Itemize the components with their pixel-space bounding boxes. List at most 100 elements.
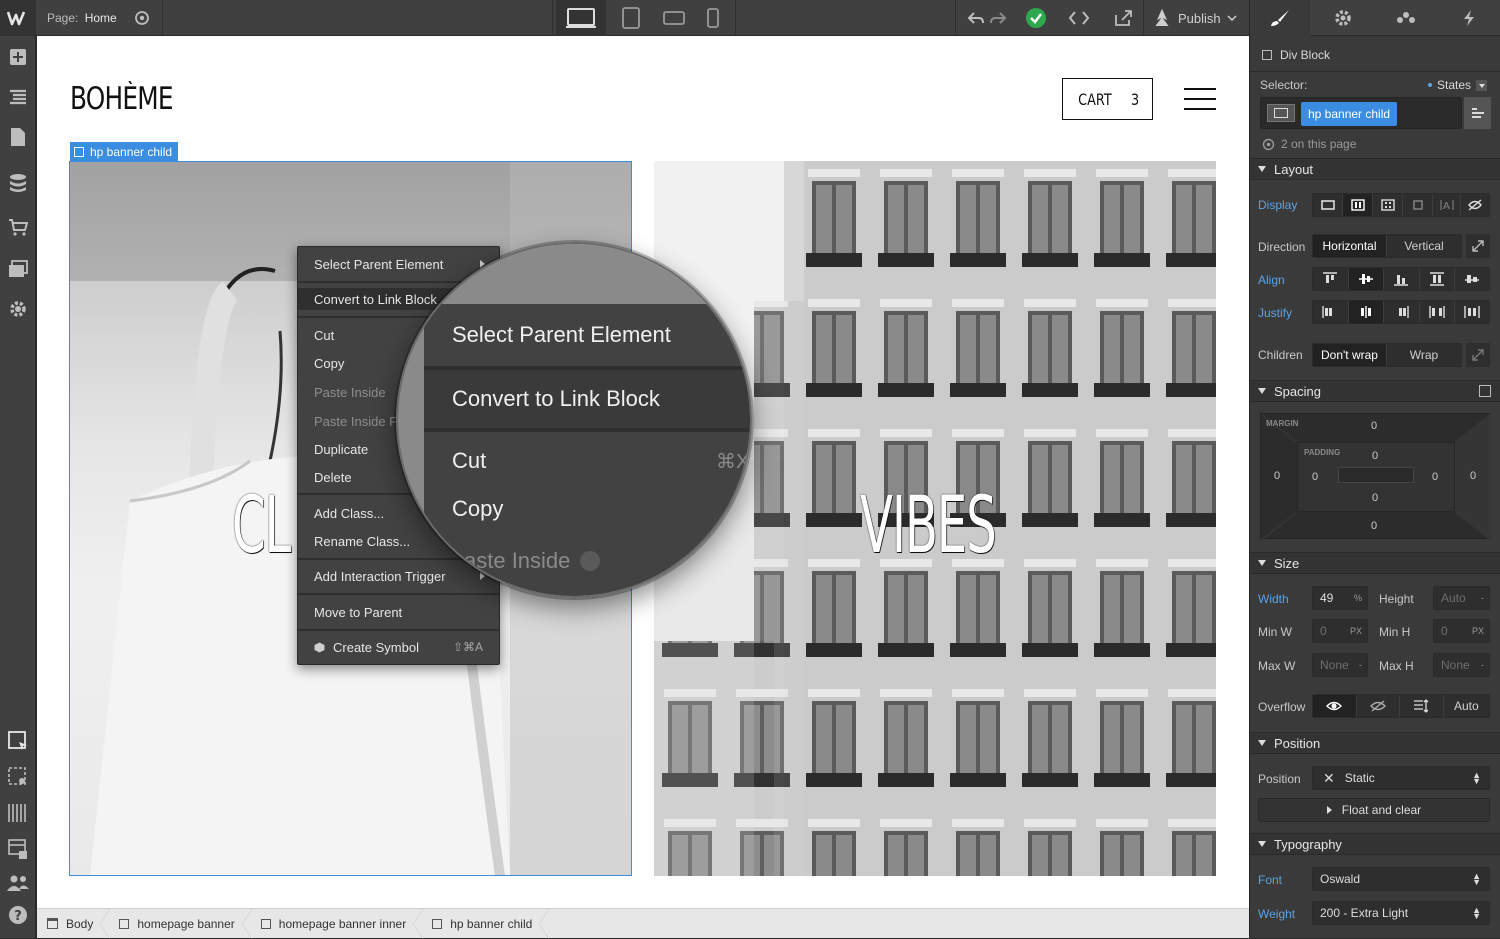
spacing-expand-icon[interactable] bbox=[1479, 385, 1491, 397]
direction-horizontal-button[interactable]: Horizontal bbox=[1313, 235, 1387, 257]
mobile-landscape-view-icon[interactable] bbox=[655, 0, 693, 36]
preview-selection-icon[interactable] bbox=[6, 765, 30, 789]
min-width-unit[interactable]: PX bbox=[1350, 626, 1362, 636]
webflow-logo-icon[interactable] bbox=[0, 0, 36, 36]
margin-right-value[interactable]: 0 bbox=[1470, 470, 1476, 482]
max-height-unit[interactable]: - bbox=[1481, 660, 1484, 670]
settings-gear-icon[interactable] bbox=[6, 297, 30, 321]
selector-field[interactable]: hp banner child bbox=[1260, 97, 1462, 129]
overflow-auto-button[interactable]: Auto bbox=[1444, 695, 1489, 717]
site-logo[interactable]: BOHÈME bbox=[70, 81, 173, 117]
justify-space-between-icon[interactable] bbox=[1420, 301, 1456, 323]
states-dropdown[interactable]: States bbox=[1428, 78, 1488, 92]
page-selector[interactable]: Page: Home bbox=[47, 11, 117, 25]
max-height-input[interactable]: None - bbox=[1433, 653, 1490, 677]
users-icon[interactable] bbox=[6, 871, 30, 895]
select-cursor-icon[interactable] bbox=[6, 729, 30, 753]
direction-vertical-button[interactable]: Vertical bbox=[1387, 235, 1461, 257]
tablet-view-icon[interactable] bbox=[612, 0, 650, 36]
publish-button[interactable]: Publish bbox=[1152, 0, 1237, 36]
padding-top-value[interactable]: 0 bbox=[1372, 450, 1378, 462]
max-width-unit[interactable]: - bbox=[1359, 660, 1362, 670]
element-settings-gear-icon[interactable] bbox=[1313, 0, 1373, 36]
selection-tag[interactable]: hp banner child bbox=[70, 142, 179, 161]
align-start-icon[interactable] bbox=[1313, 268, 1349, 290]
overflow-visible-eye-icon[interactable] bbox=[1313, 695, 1357, 717]
height-input[interactable]: Auto - bbox=[1433, 586, 1490, 610]
align-baseline-icon[interactable] bbox=[1455, 268, 1489, 290]
add-element-icon[interactable] bbox=[6, 45, 30, 69]
hamburger-menu-icon[interactable] bbox=[1184, 88, 1216, 112]
min-width-input[interactable]: 0 PX bbox=[1312, 619, 1368, 643]
interactions-bolt-icon[interactable] bbox=[1439, 0, 1499, 36]
style-manager-drops-icon[interactable] bbox=[1376, 0, 1436, 36]
breadcrumb-hp-banner-child[interactable]: hp banner child bbox=[418, 908, 550, 939]
navigator-icon[interactable] bbox=[6, 85, 30, 109]
display-grid-icon[interactable] bbox=[1373, 194, 1403, 216]
spacing-section-header[interactable]: Spacing bbox=[1250, 380, 1500, 402]
desktop-view-icon[interactable] bbox=[556, 0, 606, 36]
cms-database-icon[interactable] bbox=[6, 171, 30, 195]
style-manager-icon[interactable] bbox=[6, 837, 30, 861]
margin-left-value[interactable]: 0 bbox=[1274, 470, 1280, 482]
layout-section-header[interactable]: Layout bbox=[1250, 158, 1500, 180]
redo-icon[interactable] bbox=[986, 6, 1010, 30]
typography-section-header[interactable]: Typography bbox=[1250, 833, 1500, 855]
width-unit[interactable]: % bbox=[1354, 593, 1362, 603]
breadcrumb-homepage-banner-inner[interactable]: homepage banner inner bbox=[247, 908, 424, 939]
float-and-clear-toggle[interactable]: Float and clear bbox=[1258, 798, 1490, 822]
justify-end-icon[interactable] bbox=[1384, 301, 1420, 323]
margin-bottom-value[interactable]: 0 bbox=[1371, 520, 1377, 532]
position-select[interactable]: ✕ Static ▲ ▼ bbox=[1312, 766, 1490, 790]
justify-center-icon[interactable] bbox=[1348, 301, 1385, 323]
size-section-header[interactable]: Size bbox=[1250, 552, 1500, 574]
weight-select[interactable]: 200 - Extra Light ▲ ▼ bbox=[1312, 901, 1490, 925]
pages-icon[interactable] bbox=[6, 125, 30, 149]
display-flex-icon[interactable] bbox=[1343, 194, 1373, 216]
justify-space-around-icon[interactable] bbox=[1455, 301, 1489, 323]
padding-left-value[interactable]: 0 bbox=[1312, 471, 1318, 483]
display-inline-block-icon[interactable] bbox=[1403, 194, 1433, 216]
preview-eye-icon[interactable] bbox=[128, 6, 156, 30]
breadcrumb-homepage-banner[interactable]: homepage banner bbox=[105, 908, 253, 939]
cart-button[interactable]: CART 3 bbox=[1062, 78, 1153, 120]
breadcrumb-body[interactable]: Body bbox=[37, 908, 111, 939]
max-width-input[interactable]: None - bbox=[1312, 653, 1368, 677]
published-status-check-icon[interactable] bbox=[1024, 6, 1048, 30]
menu-item-create-symbol[interactable]: Create Symbol ⇧⌘A bbox=[298, 636, 499, 658]
align-stretch-icon[interactable] bbox=[1420, 268, 1456, 290]
display-block-icon[interactable] bbox=[1313, 194, 1343, 216]
height-unit[interactable]: - bbox=[1481, 593, 1484, 603]
position-section-header[interactable]: Position bbox=[1250, 732, 1500, 754]
wrap-button[interactable]: Wrap bbox=[1387, 344, 1461, 366]
padding-right-value[interactable]: 0 bbox=[1432, 471, 1438, 483]
selector-menu-icon[interactable] bbox=[1464, 97, 1491, 129]
reverse-direction-icon[interactable] bbox=[1466, 234, 1490, 258]
align-end-icon[interactable] bbox=[1384, 268, 1420, 290]
reverse-wrap-icon[interactable] bbox=[1466, 343, 1490, 367]
font-select[interactable]: Oswald ▲ ▼ bbox=[1312, 867, 1490, 891]
style-brush-icon[interactable] bbox=[1250, 0, 1310, 36]
mobile-portrait-view-icon[interactable] bbox=[697, 0, 729, 36]
selector-class-pill[interactable]: hp banner child bbox=[1301, 102, 1398, 126]
min-height-input[interactable]: 0 PX bbox=[1433, 619, 1490, 643]
undo-icon[interactable] bbox=[964, 6, 988, 30]
overflow-hidden-icon[interactable] bbox=[1357, 695, 1401, 717]
menu-item-move-to-parent[interactable]: Move to Parent bbox=[298, 601, 499, 623]
align-center-icon[interactable] bbox=[1348, 268, 1385, 290]
display-inline-icon[interactable]: A bbox=[1433, 194, 1461, 216]
min-height-unit[interactable]: PX bbox=[1472, 626, 1484, 636]
assets-images-icon[interactable] bbox=[6, 257, 30, 281]
padding-bottom-value[interactable]: 0 bbox=[1372, 492, 1378, 504]
help-icon[interactable]: ? bbox=[6, 903, 30, 927]
dont-wrap-button[interactable]: Don't wrap bbox=[1313, 344, 1387, 366]
grid-guides-icon[interactable] bbox=[6, 801, 30, 825]
share-icon[interactable] bbox=[1110, 6, 1136, 30]
display-none-icon[interactable] bbox=[1461, 194, 1489, 216]
justify-start-icon[interactable] bbox=[1313, 301, 1349, 323]
width-input[interactable]: 49% bbox=[1312, 586, 1368, 610]
overflow-scroll-icon[interactable] bbox=[1400, 695, 1444, 717]
ecommerce-cart-icon[interactable] bbox=[6, 215, 30, 239]
margin-top-value[interactable]: 0 bbox=[1371, 420, 1377, 432]
code-export-icon[interactable] bbox=[1066, 6, 1092, 30]
